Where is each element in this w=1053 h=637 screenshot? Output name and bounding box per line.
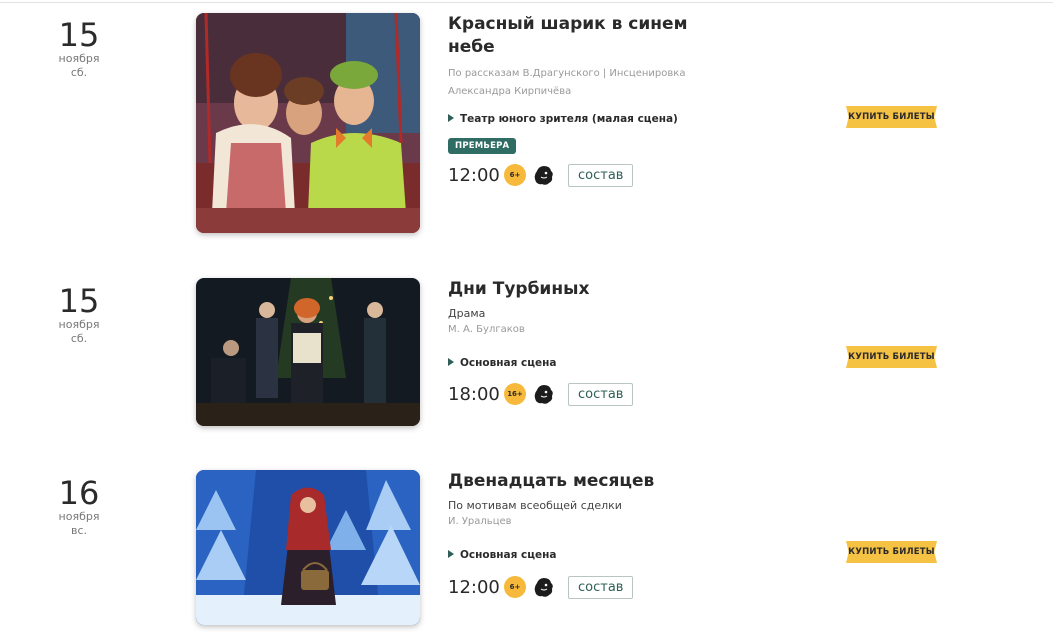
age-rating-badge: 6+ — [504, 164, 526, 186]
pushkin-card-icon — [534, 578, 553, 597]
event-weekday: сб. — [70, 66, 88, 79]
age-rating-badge: 16+ — [504, 383, 526, 405]
event-meta: 12:00 6+ состав — [448, 574, 634, 600]
event-venue[interactable]: Основная сцена — [448, 549, 556, 561]
play-triangle-icon — [448, 550, 454, 558]
event-photo[interactable] — [196, 278, 420, 426]
event-time: 12:00 — [448, 164, 500, 186]
event-date: 15 ноября сб. — [40, 18, 118, 80]
pushkin-card-icon — [534, 166, 553, 185]
event-meta: 12:00 6+ состав — [448, 162, 634, 188]
event-info: Красный шарик в синем небе По рассказам … — [448, 13, 698, 213]
event-day: 16 — [58, 474, 100, 512]
event-venue[interactable]: Основная сцена — [448, 357, 556, 369]
cast-button[interactable]: состав — [568, 382, 634, 406]
event-month: ноября — [58, 510, 100, 523]
event-day: 15 — [58, 282, 100, 320]
event-photo[interactable] — [196, 470, 420, 625]
event-date: 15 ноября сб. — [40, 284, 118, 346]
age-rating-badge: 6+ — [504, 576, 526, 598]
cast-button[interactable]: состав — [568, 163, 634, 187]
event-description: По рассказам В.Драгунского | Инсценировк… — [448, 68, 686, 97]
buy-tickets-button[interactable]: КУПИТЬ БИЛЕТЫ — [846, 346, 937, 368]
event-info: Двенадцать месяцев По мотивам всеобщей с… — [448, 470, 698, 610]
event-author: И. Уральцев — [448, 516, 512, 527]
cast-button[interactable]: состав — [568, 575, 634, 599]
venue-label: Основная сцена — [460, 357, 557, 369]
event-author: М. А. Булгаков — [448, 324, 525, 335]
premiere-badge: ПРЕМЬЕРА — [448, 138, 517, 154]
event-weekday: вс. — [70, 524, 88, 537]
event-title[interactable]: Дни Турбиных — [448, 278, 698, 301]
event-time: 12:00 — [448, 576, 500, 598]
venue-label: Театр юного зрителя (малая сцена) — [460, 113, 678, 125]
play-triangle-icon — [448, 114, 454, 122]
event-genre: По мотивам всеобщей сделки — [448, 499, 622, 512]
event-genre: Драма — [448, 307, 486, 320]
event-info: Дни Турбиных Драма М. А. Булгаков Основн… — [448, 278, 698, 418]
top-divider — [0, 2, 1053, 3]
event-month: ноября — [58, 318, 100, 331]
event-weekday: сб. — [70, 332, 88, 345]
event-date: 16 ноября вс. — [40, 476, 118, 538]
event-photo[interactable] — [196, 13, 420, 233]
pushkin-card-icon — [534, 385, 553, 404]
buy-tickets-button[interactable]: КУПИТЬ БИЛЕТЫ — [846, 541, 937, 563]
event-time: 18:00 — [448, 383, 500, 405]
event-month: ноября — [58, 52, 100, 65]
event-title[interactable]: Красный шарик в синем небе — [448, 13, 698, 59]
play-triangle-icon — [448, 358, 454, 366]
event-title[interactable]: Двенадцать месяцев — [448, 470, 698, 493]
buy-tickets-button[interactable]: КУПИТЬ БИЛЕТЫ — [846, 106, 937, 128]
event-day: 15 — [58, 16, 100, 54]
event-meta: 18:00 16+ состав — [448, 381, 634, 407]
event-venue[interactable]: Театр юного зрителя (малая сцена) — [448, 113, 678, 125]
venue-label: Основная сцена — [460, 549, 557, 561]
